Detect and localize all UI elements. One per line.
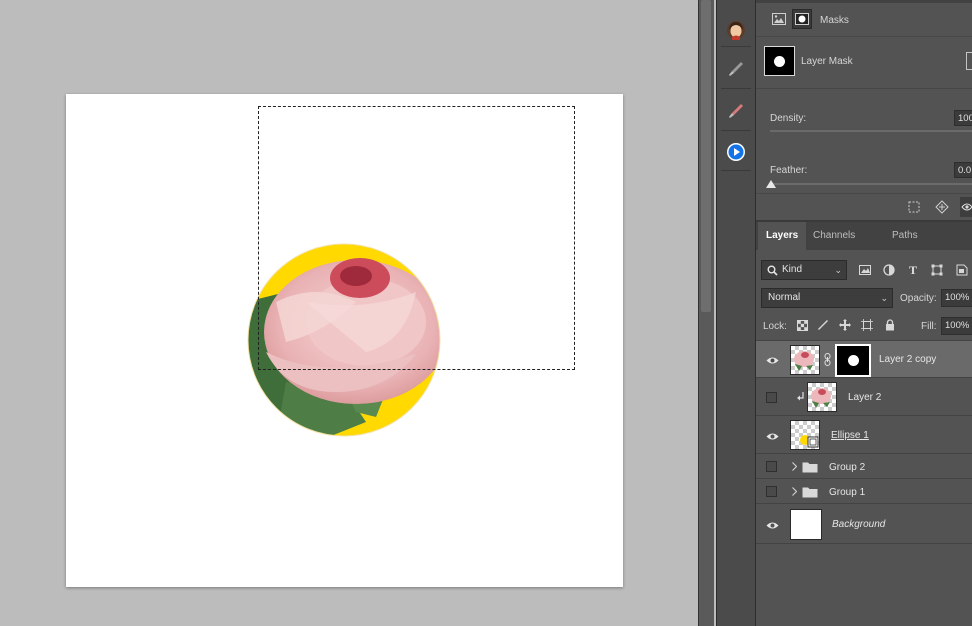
lock-position-icon[interactable] [838,318,852,332]
feather-value[interactable]: 0.0 [954,162,972,178]
folder-icon [801,485,819,498]
layer-name: Layer 2 [848,392,882,403]
feather-label: Feather: [770,165,808,176]
layer-row-layer-2-copy[interactable]: Layer 2 copy [756,341,972,378]
right-panels: Masks Layer Mask Density: 100% Feather: … [756,0,972,626]
eye-icon[interactable] [764,429,780,443]
smart-object-filter-icon[interactable] [954,262,970,278]
search-icon [767,265,778,276]
layer-thumbnail [807,382,837,412]
vector-mask-icon[interactable] [792,9,812,29]
layer-thumbnail [790,420,820,450]
character-panel-button[interactable] [717,14,755,46]
layer-name: Ellipse 1 [831,430,869,441]
scrollbar-thumb[interactable] [701,0,711,312]
apply-mask-icon[interactable] [934,199,950,215]
pixel-mask-icon[interactable] [771,11,787,27]
chevron-down-icon: ⌄ [834,265,842,275]
tab-layers[interactable]: Layers [758,222,807,250]
layer-row-group-2[interactable]: Group 2 [756,454,972,479]
opacity-label: Opacity: [900,293,937,304]
layer-row-ellipse-1[interactable]: Ellipse 1 [756,416,972,454]
toggle-mask-visibility-icon[interactable] [960,197,972,217]
density-value[interactable]: 100% [954,110,972,126]
shape-filter-icon[interactable] [929,262,945,278]
layer-mask-thumbnail[interactable] [835,344,871,377]
opacity-value[interactable]: 100% [941,289,972,307]
layer-name: Group 2 [829,462,866,473]
properties-panel: Masks Layer Mask Density: 100% Feather: … [756,0,972,217]
chevron-right-icon[interactable] [790,460,798,472]
layer-mask-thumbnail[interactable] [764,46,795,76]
lock-label: Lock: [763,321,787,332]
actions-play-button[interactable] [717,136,755,168]
canvas-area[interactable] [0,0,698,626]
feather-slider[interactable] [770,183,972,185]
link-icon[interactable] [823,352,831,366]
brush-icon [729,104,743,118]
folder-icon [801,460,819,473]
fill-label: Fill: [921,321,937,332]
tab-paths[interactable]: Paths [884,222,926,250]
type-filter-icon[interactable]: T [905,262,921,278]
brush-presets-button[interactable] [717,95,755,127]
density-slider[interactable] [770,130,972,132]
chevron-right-icon[interactable] [790,485,798,497]
selection-marquee[interactable] [258,106,575,370]
lock-artboard-icon[interactable] [860,318,874,332]
filter-kind-value: Kind [782,264,803,275]
visibility-toggle[interactable] [766,486,777,497]
density-label: Density: [770,113,807,124]
blend-mode-dropdown[interactable]: Normal ⌄ [761,288,893,308]
layer-row-group-1[interactable]: Group 1 [756,479,972,504]
play-icon [727,143,745,161]
layer-thumbnail [790,345,820,375]
apply-mask-button[interactable] [966,52,972,70]
visibility-toggle[interactable] [766,392,777,403]
brush-icon [729,62,743,76]
layer-name: Layer 2 copy [879,354,937,365]
layer-row-layer-2[interactable]: Layer 2 [756,378,972,416]
layers-list-empty-area[interactable] [756,544,972,626]
lock-transparent-pixels-icon[interactable] [795,318,809,332]
feather-slider-handle[interactable] [766,180,776,188]
layer-thumbnail [790,509,822,540]
load-selection-icon[interactable] [906,199,922,215]
layer-row-background[interactable]: Background [756,504,972,544]
brush-settings-button[interactable] [717,53,755,85]
eye-icon[interactable] [764,518,780,532]
image-filter-icon[interactable] [857,262,873,278]
tab-channels[interactable]: Channels [805,222,863,250]
eye-icon[interactable] [764,353,780,367]
panel-icon-bar [716,0,756,626]
layer-name: Background [832,519,886,530]
layer-mask-label: Layer Mask [801,56,853,67]
fill-value[interactable]: 100% [941,317,972,335]
clipping-arrow-icon [796,391,806,403]
lock-image-pixels-icon[interactable] [816,318,830,332]
visibility-toggle[interactable] [766,461,777,472]
chevron-down-icon: ⌄ [880,293,888,303]
adjustment-filter-icon[interactable] [881,262,897,278]
lock-icon[interactable] [883,318,897,332]
layer-name: Group 1 [829,487,866,498]
filter-kind-dropdown[interactable]: Kind ⌄ [761,260,847,280]
masks-title: Masks [820,15,849,26]
blend-mode-value: Normal [768,292,801,303]
portrait-icon [727,21,745,40]
